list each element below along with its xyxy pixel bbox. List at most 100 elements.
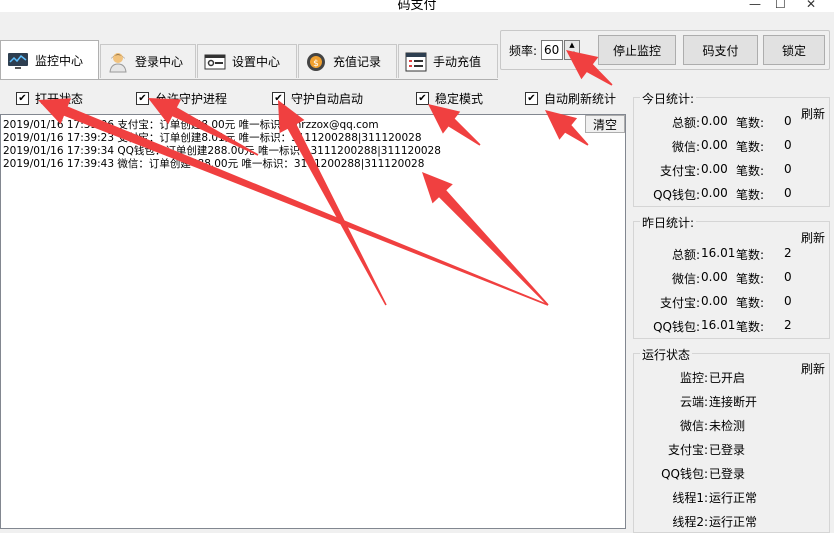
stat-value: 0.00 [701,270,728,284]
status-label: 线程1: [672,491,708,505]
count-value: 0 [784,186,792,200]
count-label: 笔数: [736,320,765,334]
checkbox-icon[interactable]: ✔ [525,92,538,105]
tab-manual-recharge[interactable]: 手动充值 [398,44,498,78]
stat-label: QQ钱包: [653,320,700,334]
count-label: 笔数: [736,272,765,286]
status-value: 未检测 [709,419,746,433]
stat-label: 支付宝: [659,164,700,178]
svg-text:$: $ [313,59,319,69]
codepay-button[interactable]: 码支付 [683,35,758,65]
checkbox-icon[interactable]: ✔ [16,92,29,105]
checkbox-stable-mode[interactable]: ✔ 稳定模式 [416,90,483,107]
tab-label: 设置中心 [232,55,281,69]
today-refresh-button[interactable]: 刷新 [801,105,825,122]
spin-down-icon[interactable]: ▼ [565,50,579,59]
tab-label: 充值记录 [333,55,382,69]
stat-label: 支付宝: [659,296,700,310]
count-value: 0 [784,270,792,284]
runtime-status-group: 运行状态 刷新 监控: 已开启 云端: 连接断开 微信: 未检测 支付宝: 已登… [633,346,830,533]
checkbox-icon[interactable]: ✔ [416,92,429,105]
tab-login[interactable]: 登录中心 [100,44,196,78]
checkbox-label: 打开状态 [35,92,84,106]
checkbox-label: 守护自动启动 [291,92,364,106]
checkbox-allow-daemon[interactable]: ✔ 允许守护进程 [136,90,227,107]
group-title: 运行状态 [640,346,693,363]
checkbox-icon[interactable]: ✔ [136,92,149,105]
checkbox-icon[interactable]: ✔ [272,92,285,105]
stat-label: 总额: [671,116,700,130]
frequency-label: 频率: [509,44,538,58]
stat-value: 0.00 [701,186,728,200]
count-value: 0 [784,138,792,152]
stat-value: 0.00 [701,294,728,308]
status-value: 连接断开 [709,395,758,409]
stat-value: 16.01 [701,318,736,332]
stat-label: 总额: [671,248,700,262]
spin-up-icon[interactable]: ▲ [565,41,579,50]
today-stats-group: 今日统计: 刷新 总额: 0.00 笔数: 0 微信: 0.00 笔数: 0 支… [633,90,830,207]
user-icon [107,51,129,73]
count-value: 0 [784,162,792,176]
count-label: 笔数: [736,140,765,154]
tab-label: 登录中心 [135,55,184,69]
checkbox-label: 允许守护进程 [155,92,228,106]
tab-label: 监控中心 [35,54,84,68]
status-label: 线程2: [672,515,708,529]
stat-value: 0.00 [701,162,728,176]
count-label: 笔数: [736,188,765,202]
tab-recharge-records[interactable]: $ 充值记录 [298,44,397,78]
stat-value: 0.00 [701,114,728,128]
group-title: 昨日统计: [640,214,697,231]
checkbox-label: 稳定模式 [435,92,484,106]
window-title: 码支付 [397,0,437,12]
stop-monitor-button[interactable]: 停止监控 [598,35,676,65]
status-value: 已登录 [709,467,746,481]
checkbox-daemon-autostart[interactable]: ✔ 守护自动启动 [272,90,363,107]
lock-button[interactable]: 锁定 [763,35,825,65]
control-panel: 频率: ▲ ▼ 停止监控 码支付 锁定 [500,30,830,70]
tab-monitor[interactable]: 监控中心 [0,40,99,80]
monitor-icon [7,50,29,72]
status-label: 云端: [679,395,708,409]
stat-label: QQ钱包: [653,188,700,202]
frequency-spinner[interactable]: ▲ ▼ [564,40,580,60]
checkbox-auto-refresh[interactable]: ✔ 自动刷新统计 [525,90,616,107]
group-title: 今日统计: [640,90,697,107]
tab-settings[interactable]: 设置中心 [197,44,297,78]
status-label: 监控: [679,371,708,385]
count-value: 2 [784,318,792,332]
count-label: 笔数: [736,248,765,262]
maximize-icon[interactable]: ☐ [775,0,786,11]
frequency-input[interactable] [541,40,563,60]
title-bar: 码支付 — ☐ ✕ [0,0,834,12]
count-label: 笔数: [736,116,765,130]
status-label: QQ钱包: [661,467,708,481]
count-value: 2 [784,246,792,260]
settings-icon [204,51,226,73]
status-label: 微信: [679,419,708,433]
yesterday-stats-group: 昨日统计: 刷新 总额: 16.01 笔数: 2 微信: 0.00 笔数: 0 … [633,214,830,339]
stat-value: 16.01 [701,246,736,260]
close-icon[interactable]: ✕ [806,0,816,11]
log-textarea[interactable]: 2019/01/16 17:39:06 支付宝：订单创建8.00元 唯一标识：m… [0,114,626,529]
tab-divider [0,79,498,80]
status-value: 已登录 [709,443,746,457]
clear-log-button[interactable]: 清空 [585,115,625,133]
log-line: 2019/01/16 17:39:43 微信：订单创建488.00元 唯一标识：… [3,158,425,170]
coin-icon: $ [305,51,327,73]
status-value: 已开启 [709,371,746,385]
list-icon [405,51,427,73]
count-value: 0 [784,294,792,308]
status-value: 运行正常 [709,515,758,529]
tab-bar: 监控中心 登录中心 设置中心 $ 充值记录 手动充值 [0,40,500,80]
checkbox-label: 自动刷新统计 [544,92,617,106]
runtime-refresh-button[interactable]: 刷新 [801,360,825,377]
status-value: 运行正常 [709,491,758,505]
minimize-icon[interactable]: — [749,0,761,11]
stat-label: 微信: [671,140,700,154]
stat-label: 微信: [671,272,700,286]
status-label: 支付宝: [667,443,708,457]
yesterday-refresh-button[interactable]: 刷新 [801,229,825,246]
checkbox-open-status[interactable]: ✔ 打开状态 [16,90,83,107]
